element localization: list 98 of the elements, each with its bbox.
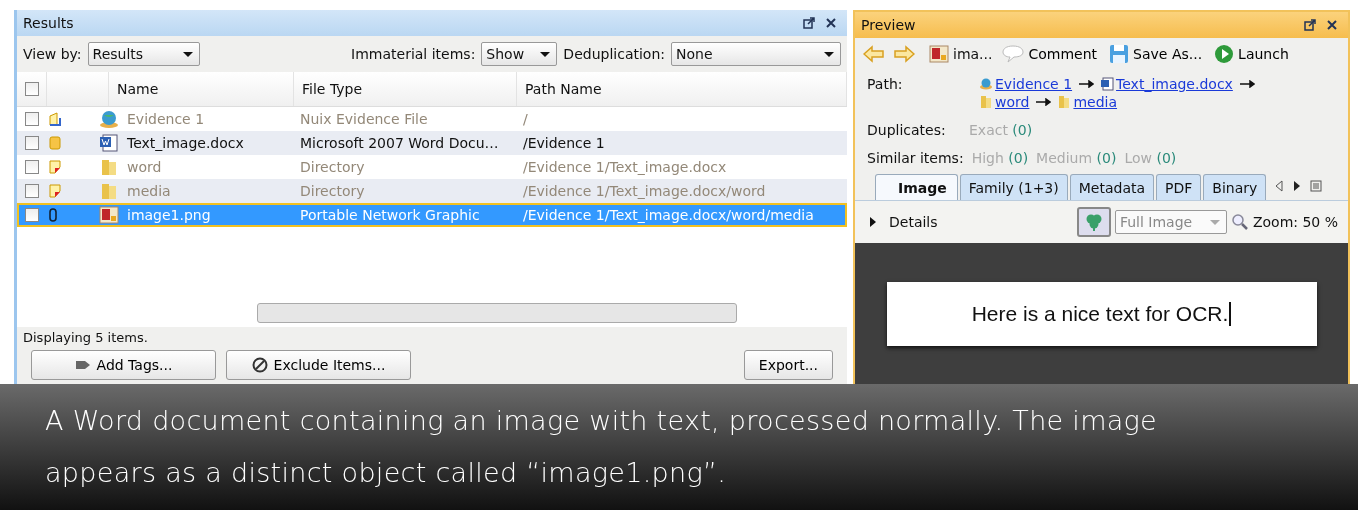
table-cell: media: [99, 179, 294, 203]
table-cell: word: [99, 155, 294, 179]
field-label: Immaterial items:: [351, 46, 476, 62]
arrow-icon: [1035, 98, 1052, 106]
note-icon: [49, 184, 61, 198]
folder-icon: [99, 182, 119, 200]
horizontal-scrollbar[interactable]: [257, 303, 737, 323]
word-document-icon: [1100, 77, 1115, 91]
checkbox[interactable]: [25, 208, 39, 222]
similar-count[interactable]: Medium (0): [1036, 150, 1117, 166]
list-icon[interactable]: [1310, 180, 1323, 192]
field-label: Duplicates:: [867, 122, 947, 138]
folder-icon: [1057, 95, 1072, 109]
folder-icon: [99, 158, 119, 176]
item-name: ima...: [953, 46, 993, 62]
table-cell-text: /: [522, 110, 529, 129]
expand-arrow-icon: [869, 216, 877, 228]
search-icon[interactable]: [1230, 213, 1249, 231]
path-link[interactable]: Evidence 1: [995, 76, 1073, 92]
table-row[interactable]: Text_image.docx Microsoft 2007 Word Docu… /Evidence 1: [17, 131, 847, 155]
document-text: Here is a nice text for OCR.: [971, 301, 1229, 326]
column-header[interactable]: File Type: [294, 72, 517, 106]
similar-count[interactable]: High (0): [971, 150, 1029, 166]
image-file-icon: [929, 45, 949, 63]
checkbox[interactable]: [25, 160, 39, 174]
zoom-level: Zoom: 50 %: [1252, 214, 1338, 230]
note-icon: [49, 160, 61, 174]
text-cursor: [1229, 301, 1232, 326]
forward-arrow-icon[interactable]: [893, 45, 915, 63]
tag-icon: [74, 358, 91, 372]
word-document-icon: [99, 134, 119, 152]
action-button[interactable]: Export...: [743, 350, 833, 380]
panel-title: Preview: [861, 17, 917, 33]
toolbar-button[interactable]: Comment: [1000, 45, 1100, 63]
checkbox[interactable]: [25, 136, 39, 150]
clover-toggle-button[interactable]: [1076, 207, 1111, 237]
play-icon: [1214, 44, 1235, 64]
field-label: View by:: [23, 46, 82, 62]
arrow-icon: [1078, 80, 1095, 88]
table-row[interactable]: word Directory /Evidence 1/Text_image.docx: [17, 155, 847, 179]
close-icon[interactable]: [1326, 19, 1338, 31]
table-cell-text: /Evidence 1: [522, 134, 606, 153]
table-cell-text: Portable Network Graphic: [299, 206, 481, 225]
similar-count[interactable]: Low (0): [1124, 150, 1177, 166]
prohibited-icon: [251, 357, 268, 373]
checkbox[interactable]: [25, 184, 39, 198]
toolbar-button[interactable]: Save As...: [1107, 44, 1205, 64]
note-icon: [49, 136, 61, 150]
float-icon[interactable]: [803, 17, 815, 29]
table-cell-text: /Evidence 1/Text_image.docx/word/media: [522, 206, 815, 225]
caption: A Word document containing an image with text, processed normally. The image appears as a distinct object called “image1.png”.: [45, 404, 1158, 490]
tab[interactable]: Metadata: [1069, 174, 1155, 200]
immaterial-dropdown[interactable]: Show: [481, 42, 558, 66]
path-link[interactable]: word: [995, 94, 1030, 110]
field-label: Deduplication:: [563, 46, 665, 62]
status-text: Displaying 5 items.: [17, 327, 847, 348]
folder-icon: [979, 95, 993, 109]
toolbar-button[interactable]: Launch: [1212, 44, 1291, 64]
speech-bubble-icon: [1002, 45, 1025, 63]
close-icon[interactable]: [825, 17, 837, 29]
field-label: Path:: [867, 76, 904, 92]
tab[interactable]: PDF: [1156, 174, 1202, 200]
view-by-dropdown[interactable]: Results: [87, 42, 200, 66]
table-cell: Evidence 1: [99, 107, 294, 131]
checkbox[interactable]: [25, 112, 39, 126]
table-cell-text: Directory: [299, 158, 366, 177]
details-toggle[interactable]: Details: [869, 214, 938, 230]
table-cell-text: /Evidence 1/Text_image.docx/word: [522, 182, 767, 201]
action-button[interactable]: Add Tags...: [31, 350, 216, 380]
duplicate-count[interactable]: Exact (0): [969, 122, 1033, 138]
table-row[interactable]: Evidence 1 Nuix Evidence File /: [17, 107, 847, 131]
globe-icon: [99, 110, 119, 128]
tab[interactable]: Family (1+3): [959, 174, 1068, 200]
table-cell-text: Nuix Evidence File: [299, 110, 429, 129]
column-header[interactable]: Path Name: [517, 72, 847, 106]
path-link[interactable]: media: [1073, 94, 1118, 110]
scroll-left-icon[interactable]: [1274, 180, 1285, 192]
action-button[interactable]: Exclude Items...: [226, 350, 411, 380]
note-icon: [49, 112, 61, 126]
table-cell-text: /Evidence 1/Text_image.docx: [522, 158, 728, 177]
float-icon[interactable]: [1304, 19, 1316, 31]
back-arrow-icon[interactable]: [863, 45, 885, 63]
column-header[interactable]: Name: [109, 72, 294, 106]
arrow-icon: [1238, 80, 1255, 88]
tab[interactable]: Image: [875, 174, 958, 200]
table-cell-text: Directory: [299, 182, 366, 201]
field-label: Similar items:: [867, 150, 964, 166]
checkbox[interactable]: [24, 82, 39, 96]
tab[interactable]: Binary: [1203, 174, 1267, 200]
table-cell: Text_image.docx: [99, 131, 294, 155]
table-cell-text: Microsoft 2007 Word Docu…: [299, 134, 500, 153]
globe-icon: [979, 78, 993, 90]
path-link[interactable]: Text_image.docx: [1116, 76, 1233, 92]
paperclip-icon: [49, 208, 57, 222]
panel-title: Results: [23, 15, 75, 31]
table-cell: image1.png: [99, 203, 294, 227]
image-file-icon: [99, 206, 119, 224]
deduplication-dropdown[interactable]: None: [671, 42, 841, 66]
